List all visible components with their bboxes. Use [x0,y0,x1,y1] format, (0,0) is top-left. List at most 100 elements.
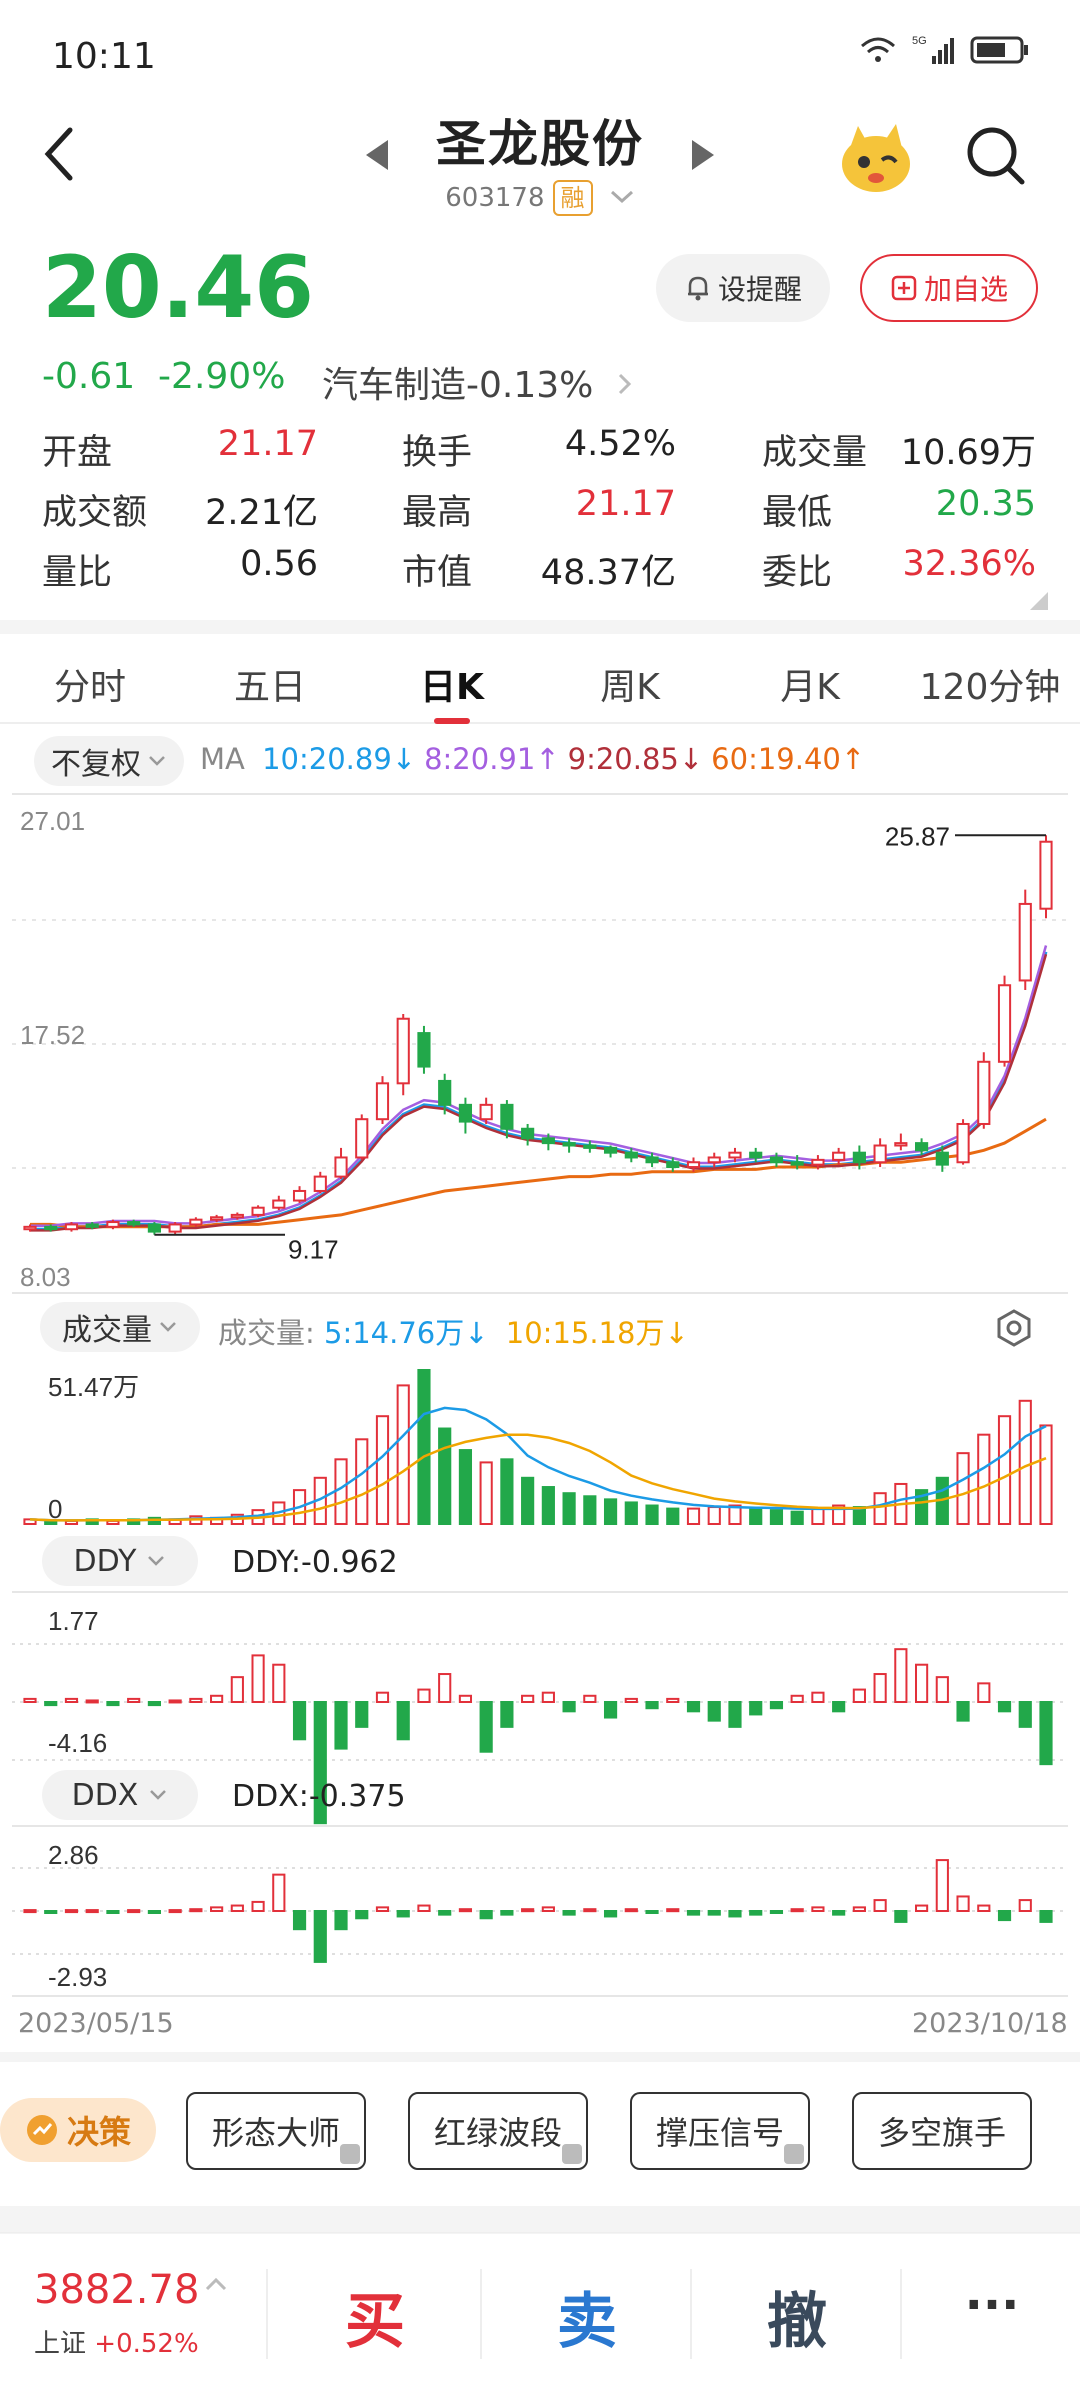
bottom-bar: 3882.78 上证 +0.52% 买 卖 撤 ··· [0,2232,1080,2388]
volume-ma5: 5:14.76万↓ [324,1316,489,1350]
volume-bar [686,1507,701,1525]
ddx-bar [251,1900,265,1912]
ddx-bar [210,1906,224,1913]
ddy-bar [749,1701,763,1716]
chevron-down-icon [148,1556,165,1566]
ddy-bar [230,1676,244,1703]
decision-label: 决策 [66,2113,131,2151]
candle-body [313,1175,327,1192]
ddy-bar [396,1701,410,1741]
volume-ma5-line [29,1406,1047,1522]
divider [900,2269,902,2359]
ddy-bar [147,1701,161,1707]
ddy-bar [521,1694,535,1703]
ddx-value: DDX:-0.375 [232,1779,406,1814]
ddx-bar [127,1909,141,1914]
ddy-bar [210,1694,224,1703]
chevron-down-icon [150,1790,167,1800]
ddx-bar [728,1910,742,1918]
date-end: 2023/10/18 [912,2008,1068,2039]
ddx-bar [189,1908,203,1913]
ddy-value: DDY:-0.962 [232,1545,398,1580]
volume-bar [769,1509,784,1526]
chevron-up-icon [205,2277,227,2291]
ddy-bar [272,1663,286,1704]
candle-body [210,1216,224,1221]
candle-body [189,1218,203,1226]
ddy-bar [935,1676,949,1703]
ddx-bar [230,1904,244,1912]
ddx-bar [603,1910,618,1918]
ddy-bar [977,1682,991,1704]
ddy-bar [479,1701,493,1753]
y-axis-min: 8.03 [20,1262,71,1292]
kline-chart[interactable]: 27.0117.528.0325.879.1751.47万01.77-4.162… [0,0,1080,2060]
tool-button-0[interactable]: 形态大师 [186,2092,366,2170]
volume-bar [479,1461,493,1526]
ddy-bar [562,1701,576,1713]
ddy-bar [583,1694,597,1703]
ddy-bar [728,1701,742,1728]
ddx-bar [64,1909,79,1914]
ddx-bar [624,1908,638,1913]
ddy-bar [292,1701,307,1741]
volume-bar [790,1510,804,1526]
candle-body [1018,902,1032,982]
ddx-bar [935,1859,949,1913]
settings-hex-icon[interactable] [994,1308,1034,1348]
divider [266,2269,268,2359]
candle-body [479,1103,493,1121]
volume-bar [500,1458,514,1525]
volume-selector[interactable]: 成交量 [40,1302,200,1352]
buy-button[interactable]: 买 [270,2273,480,2360]
candle-body [915,1142,929,1152]
tool-button-1[interactable]: 红绿波段 [408,2092,588,2170]
ddy-bar [541,1691,555,1704]
ddy-selector[interactable]: DDY [42,1536,198,1586]
ddx-bar [832,1910,846,1916]
volume-bar [624,1501,638,1525]
section-divider [0,2206,1080,2234]
volume-bar [811,1507,825,1525]
volume-bar [1039,1424,1053,1525]
index-widget[interactable]: 3882.78 上证 +0.52% [34,2267,254,2367]
ddy-bar [85,1699,99,1704]
sell-button[interactable]: 卖 [484,2273,690,2360]
lock-icon [340,2144,360,2164]
ddy-bar [500,1701,514,1728]
ddx-bar [852,1906,866,1913]
ddy-bar [790,1694,804,1703]
ddx-bar [769,1910,784,1914]
ddx-bar [645,1910,659,1914]
volume-axis-max: 51.47万 [48,1372,139,1402]
ddx-bar [23,1909,37,1914]
volume-bar [873,1492,887,1525]
volume-bar [749,1507,763,1525]
tool-button-2[interactable]: 撑压信号 [630,2092,810,2170]
candle-body [292,1189,307,1202]
ddy-bar [707,1701,721,1722]
candle-body [521,1127,535,1140]
ddy-axis-max: 1.77 [48,1606,99,1636]
volume-bar [521,1476,535,1526]
ddx-selector[interactable]: DDX [42,1770,198,1820]
candle-body [44,1225,58,1231]
ddy-bar [1018,1701,1032,1728]
tool-button-3[interactable]: 多空旗手 [852,2092,1032,2170]
candle-body [645,1156,659,1164]
ddy-bar [769,1701,784,1710]
ddx-bar [873,1899,887,1913]
ddy-bar [334,1701,348,1750]
y-axis-max: 27.01 [20,806,85,836]
ddx-bar [44,1910,58,1914]
decision-button[interactable]: 决策 [0,2098,156,2162]
ddy-bar [956,1701,970,1722]
ddx-bar [977,1904,991,1912]
ddy-bar [168,1699,182,1704]
candle-body [956,1122,970,1164]
cancel-order-button[interactable]: 撤 [694,2273,900,2360]
volume-bar [355,1438,369,1526]
candle-body [375,1082,390,1121]
volume-bar [603,1498,618,1525]
more-button[interactable]: ··· [904,2277,1080,2333]
